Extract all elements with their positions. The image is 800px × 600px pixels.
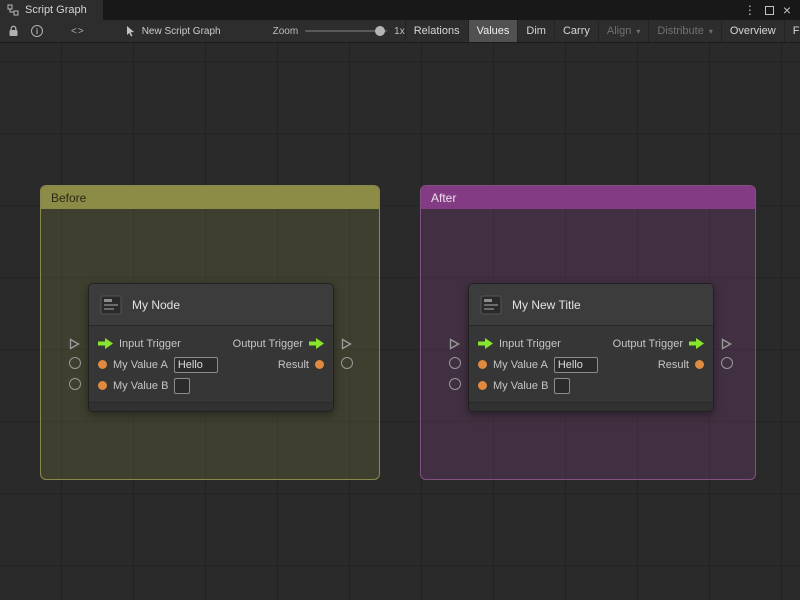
node-ports: Input Trigger Output Trigger My Value A: [89, 326, 333, 402]
value-a-port[interactable]: [69, 357, 81, 369]
node-my-node[interactable]: My Node Input Trigger Output Trigger My …: [69, 283, 353, 412]
zoom-value: 1x: [394, 25, 405, 37]
graph-name-label: New Script Graph: [141, 25, 221, 37]
graph-canvas[interactable]: Before After My Node Input Trigger Outpu…: [0, 43, 800, 600]
node-footer: [469, 402, 713, 411]
align-dropdown[interactable]: Align ▾: [597, 20, 648, 42]
overview-button[interactable]: Overview: [720, 20, 784, 42]
output-trigger-port[interactable]: [341, 337, 352, 355]
value-port-icon: [98, 360, 107, 369]
node-body-my-new-title[interactable]: My New Title Input Trigger Output Trigge…: [468, 283, 714, 412]
flow-arrow-icon: [309, 338, 324, 349]
values-button[interactable]: Values: [467, 20, 518, 42]
carry-button[interactable]: Carry: [553, 20, 598, 42]
close-icon[interactable]: ×: [783, 3, 791, 17]
graph-toolbar: i <> New Script Graph Zoom 1x Relations …: [0, 20, 800, 43]
flow-arrow-icon: [478, 338, 493, 349]
value-port-icon: [478, 381, 487, 390]
value-port-icon: [98, 381, 107, 390]
value-port-icon: [478, 360, 487, 369]
tab-title: Script Graph: [25, 4, 87, 16]
node-title: My New Title: [512, 297, 581, 312]
graph-name-selector[interactable]: New Script Graph: [125, 25, 221, 37]
info-button[interactable]: i: [31, 20, 43, 42]
input-trigger-port[interactable]: [69, 337, 80, 355]
node-title: My Node: [132, 297, 181, 312]
value-b-input[interactable]: [554, 377, 571, 394]
group-title: Before: [51, 190, 87, 205]
value-b-row: My Value B: [89, 375, 333, 396]
trigger-row: Input Trigger Output Trigger: [469, 333, 713, 354]
value-a-input[interactable]: [553, 356, 598, 373]
group-after-header[interactable]: After: [421, 186, 755, 209]
zoom-slider[interactable]: [305, 25, 388, 37]
value-a-row: My Value A Result: [89, 354, 333, 375]
tab-script-graph[interactable]: Script Graph: [0, 0, 103, 20]
result-port[interactable]: [341, 357, 353, 369]
script-node-icon: [480, 295, 502, 314]
node-my-new-title[interactable]: My New Title Input Trigger Output Trigge…: [449, 283, 733, 412]
toolbar-buttons: Relations Values Dim Carry Align ▾ Distri…: [404, 20, 800, 42]
flow-arrow-icon: [98, 338, 113, 349]
dim-button[interactable]: Dim: [517, 20, 554, 42]
group-before-header[interactable]: Before: [41, 186, 379, 209]
lock-button[interactable]: [8, 20, 19, 42]
tab-bar: Script Graph ⋮ ×: [0, 0, 800, 20]
value-b-row: My Value B: [469, 375, 713, 396]
value-a-row: My Value A Result: [469, 354, 713, 375]
node-ports: Input Trigger Output Trigger My Value A: [469, 326, 713, 402]
maximize-icon[interactable]: [764, 5, 774, 15]
output-trigger-port[interactable]: [721, 337, 732, 355]
lock-icon: [9, 25, 18, 36]
node-footer: [89, 402, 333, 411]
code-view-button[interactable]: <>: [71, 20, 85, 42]
value-port-icon: [315, 360, 324, 369]
node-header[interactable]: My New Title: [469, 284, 713, 326]
group-title: After: [431, 190, 457, 205]
relations-button[interactable]: Relations: [404, 20, 468, 42]
distribute-dropdown[interactable]: Distribute ▾: [648, 20, 720, 42]
cursor-icon: [126, 26, 134, 37]
result-port[interactable]: [721, 357, 733, 369]
input-trigger-port[interactable]: [449, 337, 460, 355]
info-icon: i: [31, 25, 43, 37]
zoom-label: Zoom: [272, 25, 299, 37]
chevron-down-icon: ▾: [636, 26, 641, 36]
script-graph-icon: [7, 4, 19, 16]
node-header[interactable]: My Node: [89, 284, 333, 326]
fullscreen-button[interactable]: Full Screen: [783, 20, 800, 42]
value-b-port[interactable]: [449, 378, 461, 390]
value-b-input[interactable]: [174, 377, 191, 394]
unity-graph-window: Script Graph ⋮ × i <> New Script Graph Z…: [0, 0, 800, 600]
flow-arrow-icon: [689, 338, 704, 349]
script-node-icon: [100, 295, 122, 314]
zoom-control: Zoom 1x: [273, 25, 405, 37]
node-body-my-node[interactable]: My Node Input Trigger Output Trigger My …: [88, 283, 334, 412]
value-b-port[interactable]: [69, 378, 81, 390]
value-a-input[interactable]: [173, 356, 218, 373]
zoom-slider-handle[interactable]: [375, 26, 386, 36]
kebab-menu-icon[interactable]: ⋮: [744, 4, 756, 16]
chevron-down-icon: ▾: [708, 26, 713, 36]
trigger-row: Input Trigger Output Trigger: [89, 333, 333, 354]
value-port-icon: [695, 360, 704, 369]
value-a-port[interactable]: [449, 357, 461, 369]
window-controls: ⋮ ×: [744, 0, 800, 20]
